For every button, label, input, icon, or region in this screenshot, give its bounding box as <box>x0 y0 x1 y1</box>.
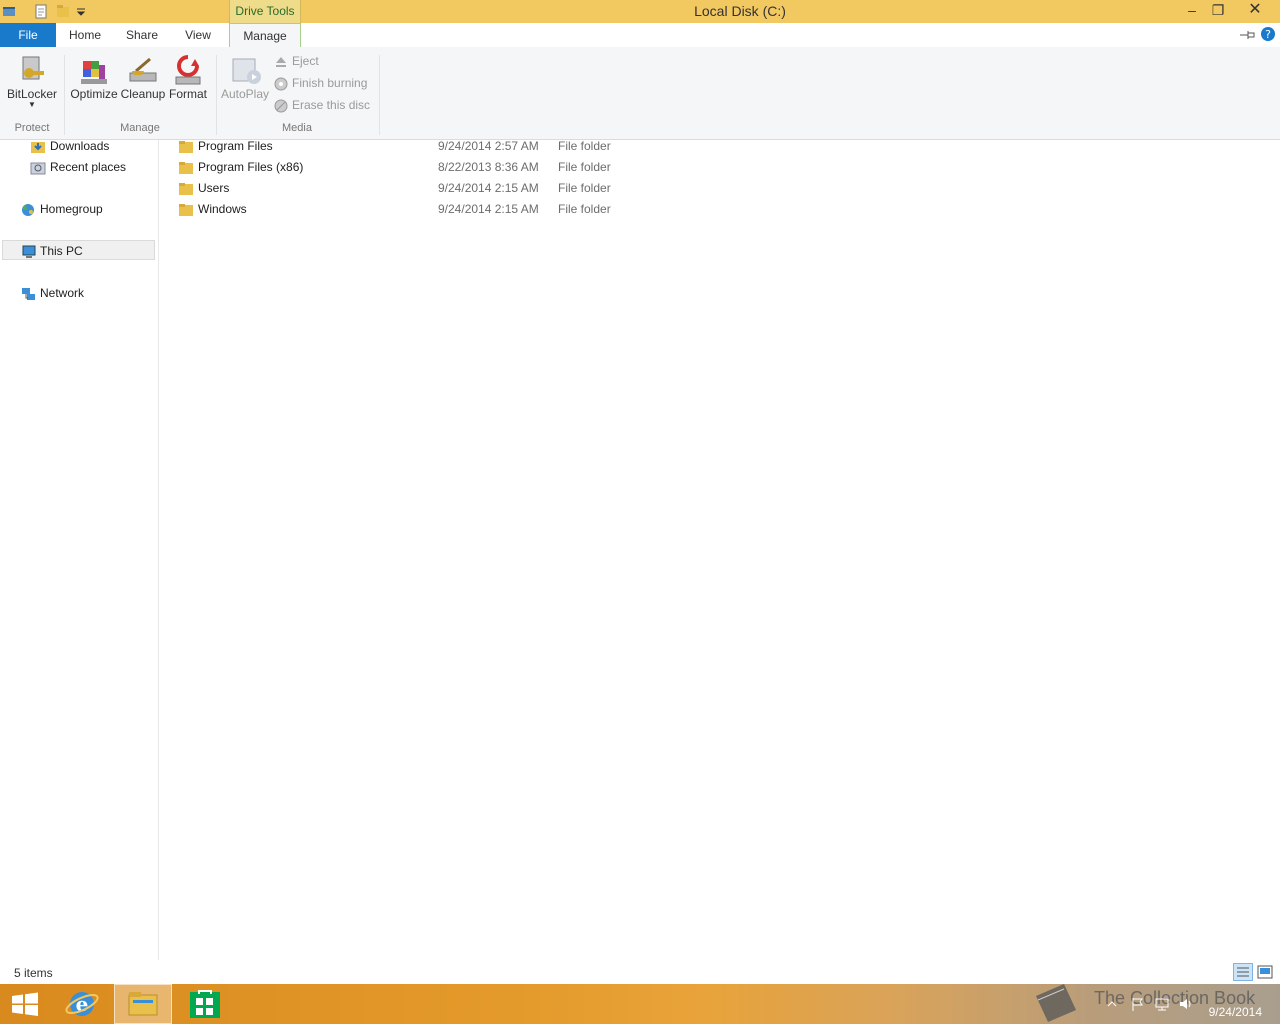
format-icon <box>175 55 201 85</box>
title-bar: Local Disk (C:) – ❐ ✕ <box>0 0 1280 23</box>
file-name: Users <box>198 181 230 195</box>
file-date: 8/22/2013 8:36 AM <box>438 160 539 174</box>
optimize-button[interactable]: Optimize <box>70 53 118 101</box>
file-explorer-button[interactable] <box>114 984 172 1024</box>
homegroup-icon <box>22 203 34 216</box>
nav-item-this-pc[interactable]: This PC <box>2 240 155 260</box>
action-center-flag-icon[interactable] <box>1130 996 1146 1012</box>
recent-places-icon <box>30 162 46 175</box>
cleanup-button[interactable]: Cleanup <box>120 53 166 101</box>
show-hidden-icons-icon[interactable] <box>1106 998 1118 1010</box>
finish-burning-button[interactable]: Finish burning <box>274 73 367 93</box>
file-type: File folder <box>558 160 611 174</box>
nav-item-homegroup[interactable]: Homegroup <box>20 199 103 219</box>
nav-item-network[interactable]: Network <box>20 283 84 303</box>
drive-tools-context-header: Drive Tools <box>229 0 301 23</box>
bitlocker-icon <box>22 56 44 80</box>
file-name: Program Files <box>198 139 273 153</box>
folder-icon <box>179 141 193 153</box>
file-date: 9/24/2014 2:57 AM <box>438 139 539 153</box>
ribbon-tabs: File Home Share View Manage ? <box>0 23 1280 48</box>
close-button[interactable]: ✕ <box>1240 0 1270 22</box>
chevron-down-icon: ▼ <box>28 100 36 109</box>
folder-icon <box>179 204 193 216</box>
table-row[interactable]: Program Files 9/24/2014 2:57 AM File fol… <box>170 136 630 157</box>
start-button[interactable] <box>0 984 50 1024</box>
group-label-media: Media <box>282 122 312 134</box>
cleanup-icon <box>129 57 157 82</box>
tab-share[interactable]: Share <box>118 23 166 47</box>
clock-date: 9/24/2014 <box>1208 1005 1262 1019</box>
file-name: Windows <box>198 202 247 216</box>
taskbar: e The Collection Book <box>0 984 1280 1024</box>
nav-item-recent-places[interactable]: Recent places <box>30 157 126 177</box>
file-date: 9/24/2014 2:15 AM <box>438 181 539 195</box>
file-explorer-icon <box>128 992 158 1016</box>
optimize-icon <box>81 61 107 84</box>
downloads-folder-icon <box>31 141 45 153</box>
table-row[interactable]: Windows 9/24/2014 2:15 AM File folder <box>170 199 630 220</box>
tray-clock[interactable]: 9/24/2014 <box>1209 991 1262 1019</box>
minimize-button[interactable]: – <box>1178 0 1206 22</box>
windows-logo-icon <box>12 992 38 1016</box>
tab-view[interactable]: View <box>176 23 220 47</box>
file-name: Program Files (x86) <box>198 160 304 174</box>
table-row[interactable]: Program Files (x86) 8/22/2013 8:36 AM Fi… <box>170 157 630 178</box>
large-icons-view-icon[interactable] <box>1257 965 1273 979</box>
file-type: File folder <box>558 139 611 153</box>
navigation-pane: Downloads Recent places Homegroup This P… <box>0 139 159 960</box>
ribbon: BitLocker ▼ Protect Optimize Cleanup For… <box>0 47 1280 140</box>
folder-icon <box>179 183 193 195</box>
erase-disc-icon <box>274 99 288 113</box>
computer-icon <box>22 245 36 258</box>
help-icon[interactable]: ? <box>1260 26 1276 42</box>
clock-time <box>1209 991 1262 1005</box>
store-icon <box>190 990 220 1018</box>
file-type: File folder <box>558 181 611 195</box>
store-button[interactable] <box>180 984 230 1024</box>
erase-disc-button[interactable]: Erase this disc <box>274 95 370 115</box>
network-icon <box>22 287 35 300</box>
autoplay-button[interactable]: AutoPlay <box>220 53 270 101</box>
book-watermark-icon <box>1036 984 1076 1022</box>
network-status-icon[interactable] <box>1154 996 1170 1012</box>
tab-home[interactable]: Home <box>62 23 108 47</box>
volume-icon[interactable] <box>1178 996 1194 1012</box>
format-button[interactable]: Format <box>166 53 210 101</box>
tab-file[interactable]: File <box>0 23 56 47</box>
eject-button[interactable]: Eject <box>274 51 319 71</box>
status-item-count: 5 items <box>14 966 53 980</box>
finish-burning-icon <box>274 77 288 91</box>
autoplay-icon <box>232 58 261 84</box>
internet-explorer-icon: e <box>65 992 99 1016</box>
tab-manage[interactable]: Manage <box>229 23 301 48</box>
eject-icon <box>276 56 286 67</box>
file-date: 9/24/2014 2:15 AM <box>438 202 539 216</box>
bitlocker-button[interactable]: BitLocker ▼ <box>6 53 58 109</box>
pin-ribbon-icon[interactable] <box>1238 28 1256 42</box>
details-view-icon[interactable] <box>1233 963 1253 981</box>
table-row[interactable]: Users 9/24/2014 2:15 AM File folder <box>170 178 630 199</box>
divider <box>379 55 380 135</box>
window-title: Local Disk (C:) <box>694 3 786 19</box>
restore-button[interactable]: ❐ <box>1204 0 1232 22</box>
internet-explorer-button[interactable]: e <box>58 984 108 1024</box>
svg-text:?: ? <box>1265 28 1271 41</box>
file-type: File folder <box>558 202 611 216</box>
folder-icon <box>179 162 193 174</box>
group-label-manage: Manage <box>120 122 160 134</box>
nav-item-downloads[interactable]: Downloads <box>30 136 109 156</box>
group-label-protect: Protect <box>14 122 50 134</box>
